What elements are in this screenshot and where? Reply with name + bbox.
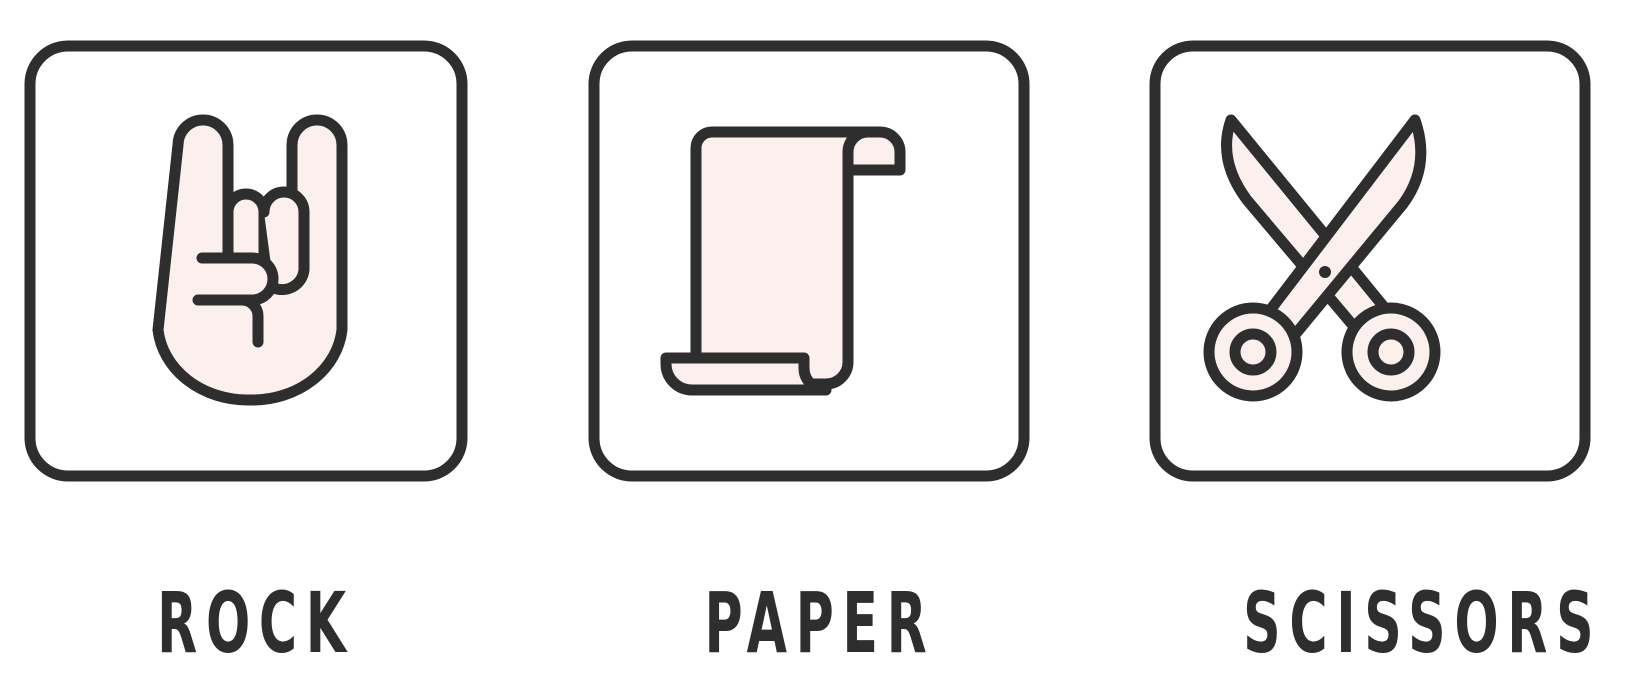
scissors-choice-button[interactable]: SCISSORS [1149,0,1619,690]
paper-choice-button[interactable]: PAPER [588,0,1052,690]
scissors-label: SCISSORS [1243,574,1603,672]
scissors-card [1149,40,1591,482]
paper-label: PAPER [704,574,936,672]
rock-paper-scissors-board: ROCK PAPER SCISSORS [0,0,1644,690]
rock-label: ROCK [157,574,355,672]
paper-card [588,40,1030,482]
rock-card [24,40,468,482]
rock-choice-button[interactable]: ROCK [24,0,488,690]
